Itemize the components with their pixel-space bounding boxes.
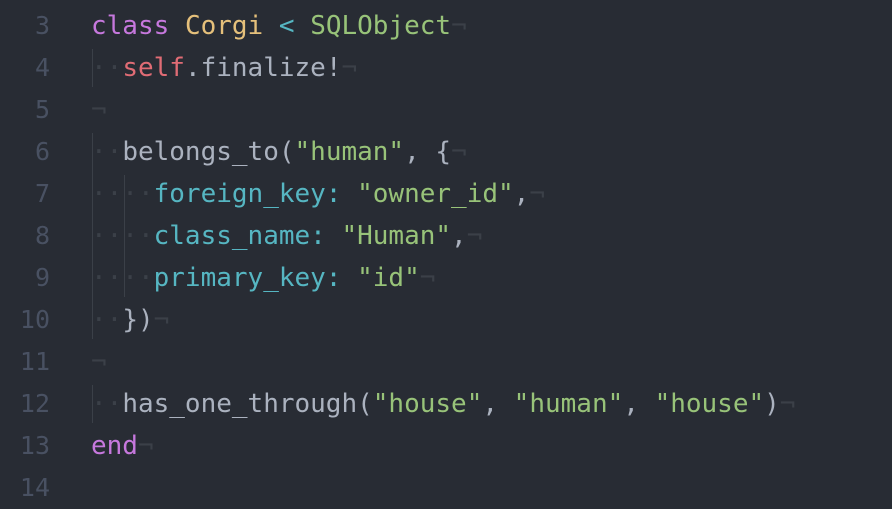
closing-brackets: }) [122, 305, 154, 335]
string-literal: "human" [513, 389, 624, 419]
string-literal: "Human" [341, 221, 452, 251]
line-number: 4 [34, 53, 50, 82]
keyword-class: class [91, 11, 170, 41]
code-line-5[interactable]: ¬ [91, 89, 107, 131]
comma: , [451, 221, 467, 251]
punctuation: , { [404, 137, 452, 167]
whitespace-marker: ···· [91, 221, 154, 251]
comma: , [623, 389, 655, 419]
eol-marker: ¬ [137, 431, 154, 461]
code-line-9[interactable]: ····primary_key: "id"¬ [91, 257, 435, 299]
eol-marker: ¬ [419, 263, 436, 293]
code-line-4[interactable]: ··self.finalize!¬ [91, 47, 357, 89]
method-call: .finalize! [184, 53, 342, 83]
open-paren: ( [357, 389, 373, 419]
keyword-end: end [91, 431, 138, 461]
eol-marker: ¬ [341, 53, 358, 83]
eol-marker: ¬ [529, 179, 545, 209]
method-name: has_one_through [122, 389, 358, 419]
self-keyword: self [122, 53, 185, 83]
whitespace-marker: ···· [91, 263, 154, 293]
code-line-7[interactable]: ····foreign_key: "owner_id",¬ [91, 173, 545, 215]
whitespace-marker: ·· [91, 305, 123, 335]
code-line-3[interactable]: class Corgi < SQLObject¬ [91, 5, 467, 47]
line-number: 12 [19, 389, 50, 418]
eol-marker: ¬ [91, 347, 107, 377]
open-paren: ( [278, 137, 295, 167]
code-editor[interactable]: 3 4 5 6 7 8 9 10 11 12 13 14 class Corgi… [0, 0, 892, 502]
line-number: 10 [19, 305, 50, 334]
inherit-operator: < [278, 11, 295, 41]
code-line-6[interactable]: ··belongs_to("human", {¬ [91, 131, 467, 173]
code-line-8[interactable]: ····class_name: "Human",¬ [91, 215, 482, 257]
class-name: Corgi [184, 11, 264, 41]
eol-marker: ¬ [91, 95, 107, 125]
hash-key: foreign_key: [153, 179, 342, 209]
whitespace-marker: ···· [91, 179, 154, 209]
line-number: 7 [34, 179, 50, 208]
line-number: 5 [34, 95, 50, 124]
line-number: 3 [34, 11, 50, 40]
string-literal: "house" [654, 389, 765, 419]
code-line-11[interactable]: ¬ [91, 341, 107, 383]
superclass-name: SQLObject [310, 11, 452, 41]
string-literal: "human" [294, 137, 405, 167]
whitespace-marker: ·· [91, 53, 123, 83]
string-literal: "owner_id" [357, 179, 514, 209]
eol-marker: ¬ [153, 305, 170, 335]
line-number: 11 [19, 347, 50, 376]
eol-marker: ¬ [779, 389, 796, 419]
whitespace-marker: ·· [91, 137, 123, 167]
hash-key: class_name: [153, 221, 326, 251]
line-number: 8 [34, 221, 50, 250]
line-number: 13 [19, 431, 50, 460]
comma: , [513, 179, 530, 209]
method-name: belongs_to [122, 137, 279, 167]
code-line-12[interactable]: ··has_one_through("house", "human", "hou… [91, 383, 795, 425]
eol-marker: ¬ [466, 221, 483, 251]
string-literal: "house" [372, 389, 483, 419]
eol-marker: ¬ [451, 137, 467, 167]
line-number: 6 [34, 137, 50, 166]
line-number: 9 [34, 263, 50, 292]
whitespace-marker: ·· [91, 389, 123, 419]
code-line-13[interactable]: end¬ [91, 425, 154, 467]
eol-marker: ¬ [451, 11, 467, 41]
close-paren: ) [764, 389, 780, 419]
code-line-10[interactable]: ··})¬ [91, 299, 169, 341]
string-literal: "id" [357, 263, 420, 293]
comma: , [482, 389, 514, 419]
line-number-gutter: 3 4 5 6 7 8 9 10 11 12 13 14 [0, 0, 74, 502]
hash-key: primary_key: [153, 263, 342, 293]
line-number: 14 [19, 473, 50, 502]
